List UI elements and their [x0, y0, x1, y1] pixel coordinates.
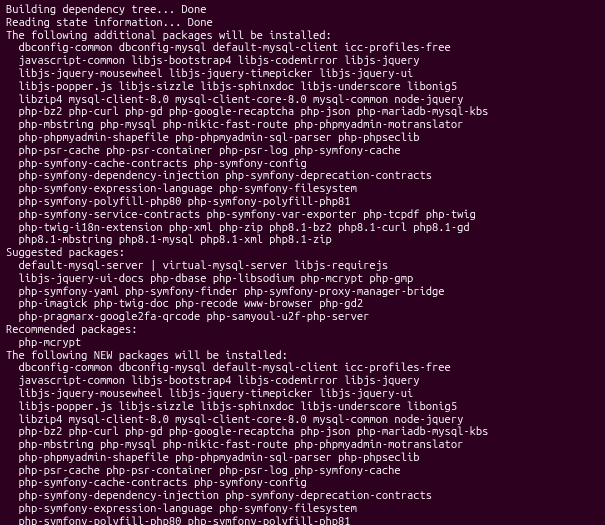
terminal-line: php-twig-i18n-extension php-xml php-zip … — [6, 222, 599, 235]
terminal-line: php-bz2 php-curl php-gd php-google-recap… — [6, 106, 599, 119]
terminal-line: php-pragmarx-google2fa-qrcode php-samyou… — [6, 311, 599, 324]
terminal-line: php-mbstring php-mysql php-nikic-fast-ro… — [6, 439, 599, 452]
terminal-line: javascript-common libjs-bootstrap4 libjs… — [6, 55, 599, 68]
terminal-line: The following additional packages will b… — [6, 30, 599, 43]
terminal-line: php8.1-mbstring php8.1-mysql php8.1-xml … — [6, 234, 599, 247]
terminal-line: Suggested packages: — [6, 247, 599, 260]
terminal-line: php-symfony-yaml php-symfony-finder php-… — [6, 286, 599, 299]
terminal-line: libzip4 mysql-client-8.0 mysql-client-co… — [6, 94, 599, 107]
terminal-line: libjs-popper.js libjs-sizzle libjs-sphin… — [6, 81, 599, 94]
terminal-line: php-symfony-service-contracts php-symfon… — [6, 209, 599, 222]
terminal-line: Building dependency tree... Done — [6, 4, 599, 17]
terminal-line: php-psr-cache php-psr-container php-psr-… — [6, 145, 599, 158]
terminal-line: default-mysql-server | virtual-mysql-ser… — [6, 260, 599, 273]
terminal-line: php-symfony-polyfill-php80 php-symfony-p… — [6, 516, 599, 525]
terminal-line: php-phpmyadmin-shapefile php-phpmyadmin-… — [6, 452, 599, 465]
terminal-line: libjs-jquery-mousewheel libjs-jquery-tim… — [6, 388, 599, 401]
terminal-line: php-symfony-cache-contracts php-symfony-… — [6, 158, 599, 171]
terminal-line: php-imagick php-twig-doc php-recode www-… — [6, 298, 599, 311]
terminal-line: php-symfony-dependency-injection php-sym… — [6, 490, 599, 503]
terminal-output[interactable]: Building dependency tree... DoneReading … — [0, 0, 605, 525]
terminal-line: libjs-jquery-mousewheel libjs-jquery-tim… — [6, 68, 599, 81]
terminal-line: dbconfig-common dbconfig-mysql default-m… — [6, 42, 599, 55]
terminal-line: dbconfig-common dbconfig-mysql default-m… — [6, 362, 599, 375]
terminal-line: libzip4 mysql-client-8.0 mysql-client-co… — [6, 414, 599, 427]
terminal-line: php-symfony-expression-language php-symf… — [6, 503, 599, 516]
terminal-line: libjs-jquery-ui-docs php-dbase php-libso… — [6, 273, 599, 286]
terminal-line: javascript-common libjs-bootstrap4 libjs… — [6, 375, 599, 388]
terminal-line: php-symfony-cache-contracts php-symfony-… — [6, 477, 599, 490]
terminal-line: php-phpmyadmin-shapefile php-phpmyadmin-… — [6, 132, 599, 145]
terminal-line: The following NEW packages will be insta… — [6, 350, 599, 363]
terminal-line: php-mbstring php-mysql php-nikic-fast-ro… — [6, 119, 599, 132]
terminal-line: Reading state information... Done — [6, 17, 599, 30]
terminal-line: libjs-popper.js libjs-sizzle libjs-sphin… — [6, 401, 599, 414]
terminal-line: php-symfony-dependency-injection php-sym… — [6, 170, 599, 183]
terminal-line: php-symfony-expression-language php-symf… — [6, 183, 599, 196]
terminal-line: php-symfony-polyfill-php80 php-symfony-p… — [6, 196, 599, 209]
terminal-line: php-psr-cache php-psr-container php-psr-… — [6, 465, 599, 478]
terminal-line: Recommended packages: — [6, 324, 599, 337]
terminal-line: php-mcrypt — [6, 337, 599, 350]
terminal-line: php-bz2 php-curl php-gd php-google-recap… — [6, 426, 599, 439]
